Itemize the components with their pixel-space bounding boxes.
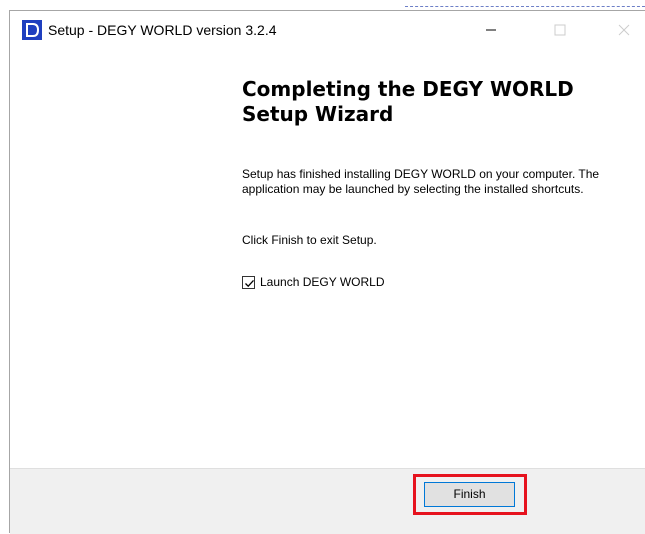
wizard-heading: Completing the DEGY WORLD Setup Wizard [242,77,574,126]
finish-button[interactable]: Finish [424,482,515,507]
launch-checkbox[interactable] [242,275,255,289]
close-button[interactable] [600,11,645,49]
launch-checkbox-label[interactable]: Launch DEGY WORLD [260,275,385,289]
maximize-button[interactable] [536,11,582,49]
setup-dialog: Setup - DEGY WORLD version 3.2.4 Complet… [9,10,645,534]
button-bar [10,468,645,534]
window-title: Setup - DEGY WORLD version 3.2.4 [48,22,277,38]
title-bar[interactable]: Setup - DEGY WORLD version 3.2.4 [10,11,645,49]
exit-hint: Click Finish to exit Setup. [242,233,377,247]
launch-option-row[interactable]: Launch DEGY WORLD [242,274,385,290]
finish-message: Setup has finished installing DEGY WORLD… [242,167,600,196]
wizard-content: Completing the DEGY WORLD Setup Wizard S… [10,49,645,468]
minimize-button[interactable] [468,11,514,49]
checkmark-icon [245,279,254,287]
background-dashed-border [405,0,645,7]
app-icon [22,20,42,40]
